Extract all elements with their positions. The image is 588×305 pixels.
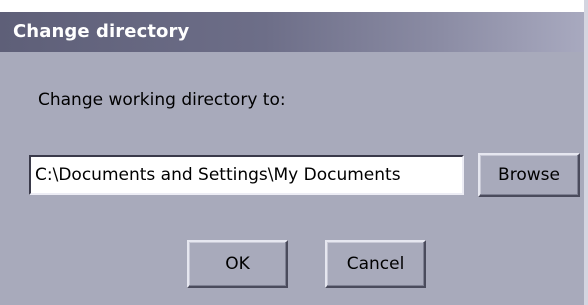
cancel-button[interactable]: Cancel: [325, 240, 426, 288]
working-directory-label: Change working directory to:: [38, 90, 286, 110]
directory-path-input[interactable]: [29, 155, 464, 195]
title-bar[interactable]: Change directory: [0, 12, 588, 52]
window-edge: [584, 0, 588, 305]
ok-button[interactable]: OK: [187, 240, 288, 288]
browse-button[interactable]: Browse: [478, 153, 580, 197]
dialog-title: Change directory: [13, 21, 190, 42]
change-directory-dialog: Change directory Change working director…: [0, 12, 588, 305]
